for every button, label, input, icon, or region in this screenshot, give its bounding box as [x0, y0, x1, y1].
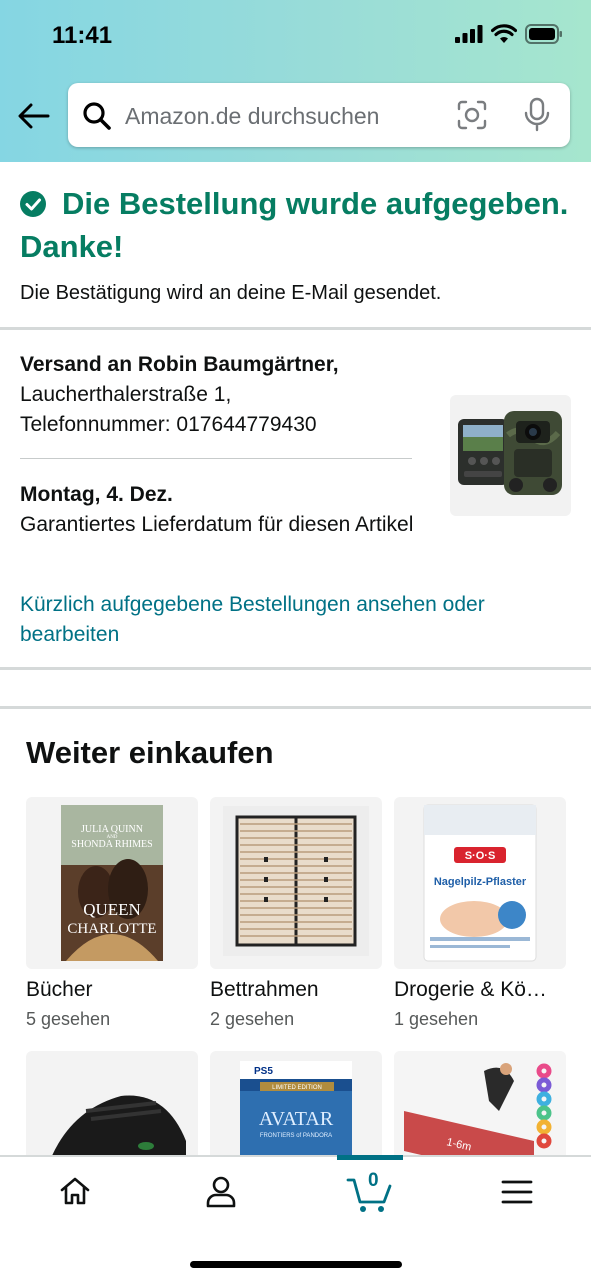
game-title-text: AVATAR	[259, 1108, 334, 1130]
street-address: Laucherthalerstraße 1,	[20, 383, 232, 406]
book-author-1: JULIA QUINN	[81, 824, 143, 835]
cart-count-badge: 0	[368, 1170, 379, 1191]
tile-label[interactable]: Bücher	[26, 978, 198, 1002]
wifi-icon	[491, 24, 517, 43]
tile-views: 2 gesehen	[210, 1009, 295, 1029]
app-header: 11:41 Amazon.de durchsuchen	[0, 0, 591, 162]
tile-label[interactable]: Bettrahmen	[210, 978, 382, 1002]
account-icon[interactable]	[204, 1174, 238, 1208]
phone-number: Telefonnummer: 017644779430	[20, 413, 317, 436]
back-arrow-icon[interactable]	[16, 98, 52, 134]
status-time: 11:41	[52, 22, 113, 49]
tile-views: 5 gesehen	[26, 1009, 111, 1029]
platform-text: PS5	[254, 1066, 273, 1077]
tile-drugstore[interactable]: S·O·S Nagelpilz-Pflaster	[394, 797, 566, 969]
search-icon	[83, 102, 111, 130]
status-icons	[455, 24, 563, 44]
confirmation-header: Die Bestellung wurde aufgegeben. Danke!	[20, 182, 580, 268]
recipient-name: Versand an Robin Baumgärtner,	[20, 353, 339, 376]
active-tab-indicator	[337, 1155, 403, 1160]
search-input[interactable]: Amazon.de durchsuchen	[125, 103, 379, 130]
signal-icon	[455, 25, 483, 43]
tile-views: 1 gesehen	[394, 1009, 479, 1029]
divider	[0, 667, 591, 670]
delivery-date: Montag, 4. Dez.	[20, 483, 173, 506]
divider	[20, 458, 412, 459]
game-subtitle-text: FRONTIERS of PANDORA	[260, 1133, 332, 1139]
book-title-1: QUEEN	[83, 900, 141, 919]
trail-camera-image	[458, 411, 562, 495]
tile-bed-frames[interactable]	[210, 797, 382, 969]
home-indicator	[190, 1261, 402, 1268]
shipping-address: Versand an Robin Baumgärtner, Lauchertha…	[20, 350, 440, 440]
book-author-2: SHONDA RHIMES	[71, 839, 152, 850]
book-title-2: CHARLOTTE	[67, 921, 156, 937]
edition-text: LIMITED EDITION	[272, 1085, 322, 1091]
book-cover-image: JULIA QUINN AND SHONDA RHIMES QUEEN CHAR…	[61, 805, 163, 961]
home-icon[interactable]	[58, 1174, 92, 1208]
slatted-frame-image	[223, 806, 369, 956]
divider	[0, 706, 591, 709]
continue-shopping-title: Weiter einkaufen	[26, 735, 274, 770]
menu-icon[interactable]	[500, 1178, 534, 1206]
divider	[0, 327, 591, 330]
brand-text: S·O·S	[465, 850, 496, 862]
delivery-info: Montag, 4. Dez. Garantiertes Lieferdatum…	[20, 480, 440, 540]
confirmation-title: Die Bestellung wurde aufgegeben. Danke!	[20, 186, 569, 264]
search-bar[interactable]: Amazon.de durchsuchen	[68, 83, 570, 147]
confirmation-subtitle: Die Bestätigung wird an deine E-Mail ges…	[20, 282, 442, 304]
microphone-icon[interactable]	[523, 97, 551, 133]
check-circle-icon	[20, 191, 46, 217]
sos-plaster-image: S·O·S Nagelpilz-Pflaster	[423, 804, 537, 962]
delivery-note: Garantiertes Lieferdatum für diesen Arti…	[20, 513, 414, 536]
tile-label[interactable]: Drogerie & Kö…	[394, 978, 566, 1002]
product-thumbnail[interactable]	[450, 395, 571, 516]
tile-books[interactable]: JULIA QUINN AND SHONDA RHIMES QUEEN CHAR…	[26, 797, 198, 969]
product-text: Nagelpilz-Pflaster	[434, 876, 527, 888]
camera-scan-icon[interactable]	[456, 99, 488, 131]
recent-orders-link[interactable]: Kürzlich aufgegebene Bestellungen ansehe…	[20, 590, 560, 650]
battery-icon	[525, 24, 562, 44]
